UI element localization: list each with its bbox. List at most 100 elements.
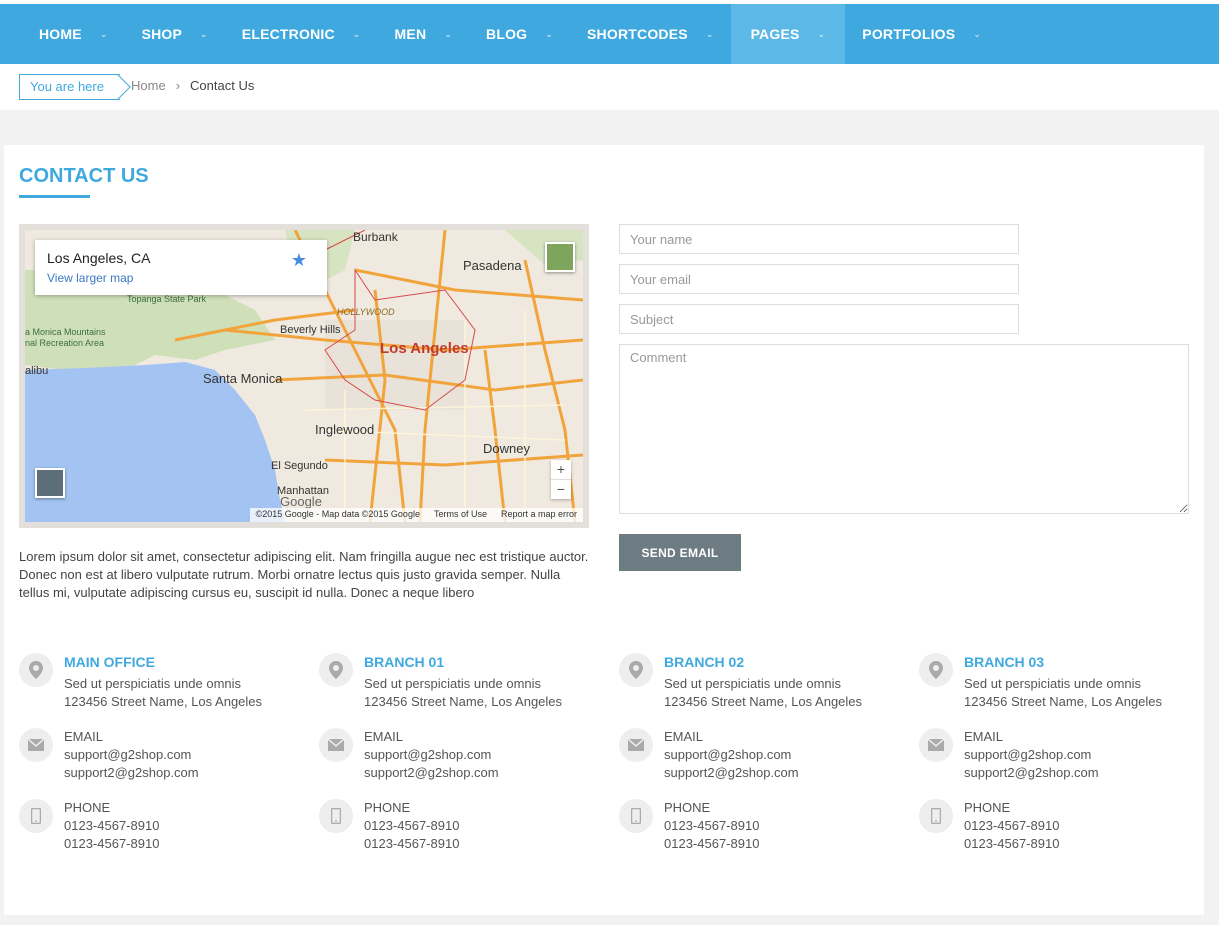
google-map[interactable]: Burbank Pasadena Topanga State Park HOLL… — [25, 230, 583, 522]
phone-label: PHONE — [64, 800, 111, 815]
nav-label: PAGES — [750, 26, 800, 42]
office-line2: 123456 Street Name, Los Angeles — [64, 694, 263, 709]
map-label-downey: Downey — [483, 441, 530, 456]
photo-thumbnail-icon[interactable] — [545, 242, 575, 272]
zoom-in-button[interactable]: + — [551, 460, 571, 479]
star-icon[interactable]: ★ — [291, 250, 307, 271]
view-larger-map-link[interactable]: View larger map — [47, 271, 315, 285]
nav-label: PORTFOLIOS — [862, 26, 956, 42]
nav-item-portfolios[interactable]: PORTFOLIOS ⌄ — [845, 4, 998, 64]
nav-item-pages[interactable]: PAGES ⌄ — [730, 4, 846, 64]
main-nav: HOME ⌄ SHOP ⌄ ELECTRONIC ⌄ MEN ⌄ BLOG ⌄ SHORT… — [0, 4, 1219, 64]
nav-item-home[interactable]: HOME ⌄ — [22, 4, 125, 64]
phone-value: 0123-4567-8910 — [664, 818, 760, 833]
email-value[interactable]: support@g2shop.com — [964, 746, 1099, 764]
office-title: BRANCH 01 — [364, 654, 445, 670]
chevron-down-icon: ⌄ — [352, 28, 361, 39]
map-label-malibu: alibu — [25, 365, 49, 377]
email-value[interactable]: support2@g2shop.com — [664, 764, 799, 782]
street-view-thumbnail-icon[interactable] — [35, 468, 65, 498]
map-copyright: ©2015 Google - Map data ©2015 Google — [255, 509, 420, 519]
mobile-phone-icon — [319, 799, 353, 833]
office-title: BRANCH 03 — [964, 654, 1045, 670]
you-are-here-tag: You are here — [19, 74, 120, 100]
nav-label: HOME — [39, 26, 82, 42]
office-main: MAIN OFFICE Sed ut perspiciatis unde omn… — [19, 653, 309, 863]
map-pin-icon — [19, 653, 53, 687]
phone-value: 0123-4567-8910 — [364, 818, 460, 833]
nav-label: ELECTRONIC — [241, 26, 335, 42]
name-input[interactable] — [619, 224, 1019, 254]
office-line2: 123456 Street Name, Los Angeles — [964, 694, 1163, 709]
title-underline — [19, 195, 90, 198]
email-value[interactable]: support@g2shop.com — [364, 746, 499, 764]
email-value[interactable]: support2@g2shop.com — [64, 764, 199, 782]
chevron-down-icon: ⌄ — [973, 28, 982, 39]
zoom-out-button[interactable]: − — [551, 479, 571, 499]
email-value[interactable]: support2@g2shop.com — [964, 764, 1099, 782]
breadcrumb: You are here Home › Contact Us — [0, 64, 1219, 110]
subject-input[interactable] — [619, 304, 1019, 334]
map-label-monica-mountains: a Monica Mountains — [25, 327, 106, 337]
zoom-controls: + − — [551, 460, 571, 499]
phone-value: 0123-4567-8910 — [964, 818, 1060, 833]
map-footer: ©2015 Google - Map data ©2015 Google Ter… — [249, 508, 583, 522]
envelope-icon — [19, 728, 53, 762]
map-label-pasadena: Pasadena — [463, 258, 522, 273]
send-email-button[interactable]: SEND EMAIL — [619, 534, 741, 571]
page-title: CONTACT US — [19, 165, 149, 187]
map-pin-icon — [619, 653, 653, 687]
map-report-link[interactable]: Report a map error — [501, 509, 577, 521]
map-terms-link[interactable]: Terms of Use — [434, 509, 487, 521]
nav-item-blog[interactable]: BLOG ⌄ — [469, 4, 570, 64]
mobile-phone-icon — [19, 799, 53, 833]
map-label-los-angeles: Los Angeles — [380, 340, 469, 357]
office-branch-03: BRANCH 03 Sed ut perspiciatis unde omnis… — [919, 653, 1209, 863]
envelope-icon — [919, 728, 953, 762]
nav-item-men[interactable]: MEN ⌄ — [378, 4, 469, 64]
nav-label: SHORTCODES — [587, 26, 688, 42]
contact-description: Lorem ipsum dolor sit amet, consectetur … — [19, 549, 589, 600]
email-input[interactable] — [619, 264, 1019, 294]
nav-item-shortcodes[interactable]: SHORTCODES ⌄ — [570, 4, 731, 64]
office-line1: Sed ut perspiciatis unde omnis — [964, 676, 1142, 691]
chevron-down-icon: ⌄ — [545, 28, 554, 39]
map-label-recreation-area: nal Recreation Area — [25, 338, 105, 348]
email-label: EMAIL — [964, 729, 1004, 744]
mobile-phone-icon — [919, 799, 953, 833]
phone-value: 0123-4567-8910 — [64, 836, 160, 851]
phone-label: PHONE — [964, 800, 1011, 815]
phone-label: PHONE — [364, 800, 411, 815]
nav-label: SHOP — [141, 26, 183, 42]
map-label-beverly-hills: Beverly Hills — [280, 324, 341, 336]
office-line1: Sed ut perspiciatis unde omnis — [364, 676, 542, 691]
office-line2: 123456 Street Name, Los Angeles — [364, 694, 563, 709]
nav-item-electronic[interactable]: ELECTRONIC ⌄ — [225, 4, 378, 64]
mobile-phone-icon — [619, 799, 653, 833]
map-label-burbank: Burbank — [353, 230, 398, 244]
office-branch-02: BRANCH 02 Sed ut perspiciatis unde omnis… — [619, 653, 909, 863]
chevron-down-icon: ⌄ — [444, 28, 453, 39]
office-line2: 123456 Street Name, Los Angeles — [664, 694, 863, 709]
map-pin-icon — [319, 653, 353, 687]
map-label-topanga: Topanga State Park — [127, 294, 207, 304]
phone-label: PHONE — [664, 800, 711, 815]
office-line1: Sed ut perspiciatis unde omnis — [64, 676, 242, 691]
contact-panel: CONTACT US Burbank Pasadena Topanga Stat… — [4, 145, 1204, 915]
phone-value: 0123-4567-8910 — [364, 836, 460, 851]
comment-textarea[interactable] — [619, 344, 1189, 514]
email-label: EMAIL — [364, 729, 404, 744]
email-value[interactable]: support@g2shop.com — [664, 746, 799, 764]
chevron-down-icon: ⌄ — [817, 28, 826, 39]
email-value[interactable]: support2@g2shop.com — [364, 764, 499, 782]
chevron-down-icon: ⌄ — [705, 28, 714, 39]
chevron-down-icon: ⌄ — [99, 28, 108, 39]
office-line1: Sed ut perspiciatis unde omnis — [664, 676, 842, 691]
breadcrumb-home-link[interactable]: Home — [131, 78, 166, 93]
nav-item-shop[interactable]: SHOP ⌄ — [125, 4, 225, 64]
breadcrumb-trail: Home › Contact Us — [131, 78, 254, 93]
map-frame: Burbank Pasadena Topanga State Park HOLL… — [19, 224, 589, 528]
map-info-card: Los Angeles, CA View larger map ★ — [35, 240, 327, 295]
email-value[interactable]: support@g2shop.com — [64, 746, 199, 764]
map-label-hollywood: HOLLYWOOD — [337, 307, 395, 317]
